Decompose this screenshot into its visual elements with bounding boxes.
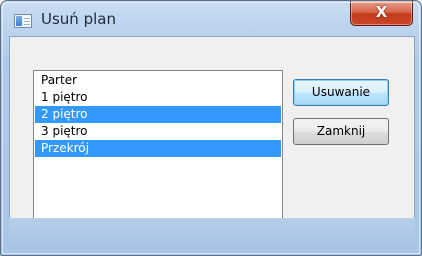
title-bar[interactable]: Usuń plan X <box>1 1 421 37</box>
list-item-parter[interactable]: Parter <box>35 72 281 89</box>
list-item-2-pietro[interactable]: 2 piętro <box>35 106 281 123</box>
list-item-1-pietro[interactable]: 1 piętro <box>35 89 281 106</box>
close-window-button[interactable]: X <box>350 1 413 26</box>
window-bottom-frame <box>9 218 415 249</box>
remove-button[interactable]: Usuwanie <box>293 79 389 106</box>
close-icon: X <box>375 3 388 21</box>
floor-list[interactable]: Parter 1 piętro 2 piętro 3 piętro Przekr… <box>33 70 283 240</box>
dialog-client-area: Parter 1 piętro 2 piętro 3 piętro Przekr… <box>9 36 415 240</box>
dialog-window: Usuń plan X Parter 1 piętro 2 piętro 3 p… <box>0 0 422 256</box>
list-item-przekroj[interactable]: Przekrój <box>35 140 281 157</box>
window-app-icon <box>14 14 32 28</box>
close-button[interactable]: Zamknij <box>293 118 389 145</box>
list-item-3-pietro[interactable]: 3 piętro <box>35 123 281 140</box>
window-title: Usuń plan <box>41 10 116 28</box>
